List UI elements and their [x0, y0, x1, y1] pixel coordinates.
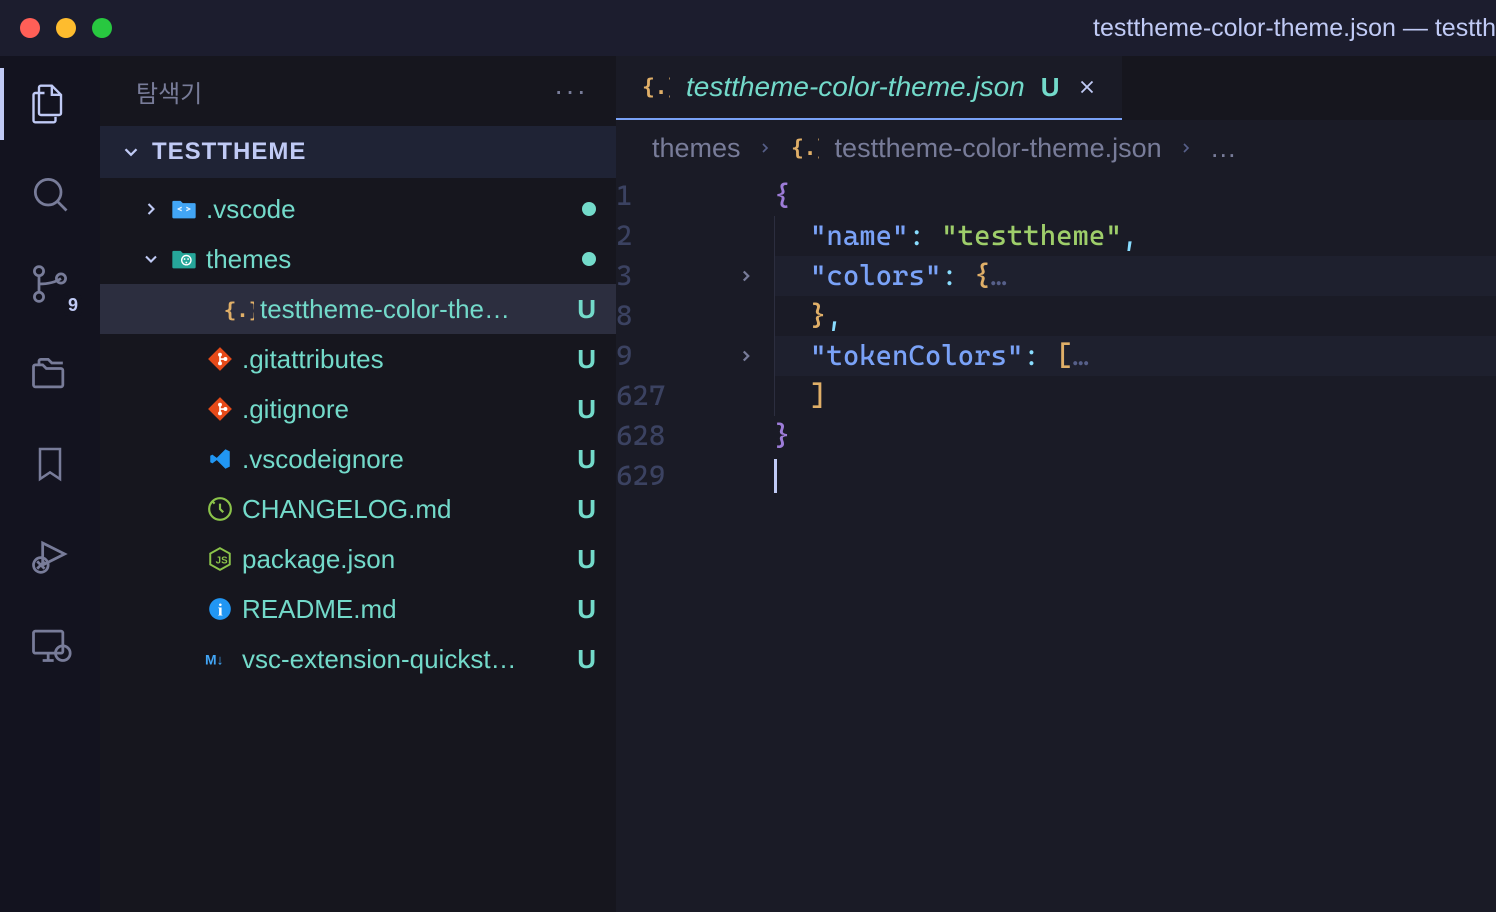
tree-item[interactable]: .gitattributes U — [100, 334, 616, 384]
titlebar: testtheme-color-theme.json — testth — [0, 0, 1496, 56]
git-orange-icon — [202, 346, 238, 372]
file-tree: .vscodethemes{.}testtheme-color-the…U.gi… — [100, 178, 616, 912]
tree-item[interactable]: {.}testtheme-color-the… U — [100, 284, 616, 334]
close-icon — [1076, 76, 1098, 98]
chevron-right-icon — [757, 140, 773, 156]
svg-text:{.}: {.} — [642, 75, 670, 99]
line-number-gutter: 12389627628629 — [616, 176, 726, 912]
git-status-dot — [582, 202, 596, 216]
vscode-blue-icon — [202, 446, 238, 472]
json-icon: {.} — [220, 296, 256, 322]
sidebar-header: 탐색기 ··· — [100, 56, 616, 126]
json-icon: {.} — [640, 73, 670, 101]
tree-item[interactable]: JS package.json U — [100, 534, 616, 584]
tab-git-status: U — [1041, 72, 1060, 103]
git-status: U — [577, 644, 596, 675]
svg-text:M↓: M↓ — [205, 651, 224, 667]
nodejs-icon: JS — [202, 546, 238, 572]
folder-header[interactable]: TESTTHEME — [100, 126, 616, 178]
tree-item-label: themes — [206, 244, 572, 275]
files-icon — [28, 82, 72, 126]
activity-bar: 9 — [0, 56, 100, 912]
tree-item[interactable]: themes — [100, 234, 616, 284]
sidebar-title: 탐색기 — [136, 74, 202, 109]
folder-name: TESTTHEME — [152, 138, 306, 166]
sidebar: 탐색기 ··· TESTTHEME .vscode themes {.}testth… — [100, 56, 616, 912]
tab-bar: {.} testtheme-color-theme.json U — [616, 56, 1496, 120]
tree-item[interactable]: .vscode — [100, 184, 616, 234]
git-status: U — [577, 444, 596, 475]
activity-explorer[interactable] — [22, 76, 78, 132]
tree-item[interactable]: CHANGELOG.md U — [100, 484, 616, 534]
window-maximize-button[interactable] — [92, 18, 112, 38]
json-icon: {.} — [789, 134, 819, 162]
git-status: U — [577, 394, 596, 425]
window-close-button[interactable] — [20, 18, 40, 38]
tree-item-label: .gitattributes — [242, 344, 567, 375]
debug-icon — [28, 532, 72, 576]
activity-bookmarks[interactable] — [22, 436, 78, 492]
chevron-down-icon — [120, 141, 142, 163]
tree-item-label: .gitignore — [242, 394, 567, 425]
changelog-icon — [202, 496, 238, 522]
editor-content[interactable]: 12389627628629 {"name": "testtheme","col… — [616, 176, 1496, 912]
tree-item[interactable]: i README.md U — [100, 584, 616, 634]
tree-item[interactable]: .gitignore U — [100, 384, 616, 434]
tab-label: testtheme-color-theme.json — [686, 71, 1025, 103]
breadcrumb-seg-folder[interactable]: themes — [652, 133, 741, 164]
folder-vscode-icon — [166, 197, 202, 221]
activity-explorer-alt[interactable] — [22, 346, 78, 402]
activity-scm[interactable]: 9 — [22, 256, 78, 312]
breadcrumb[interactable]: themes {.} testtheme-color-theme.json … — [616, 120, 1496, 176]
svg-text:i: i — [218, 601, 223, 620]
git-status: U — [577, 494, 596, 525]
chevron-right-icon — [1178, 140, 1194, 156]
breadcrumb-seg-file[interactable]: testtheme-color-theme.json — [835, 133, 1162, 164]
tab-close-button[interactable] — [1076, 76, 1098, 98]
traffic-lights — [20, 18, 112, 38]
window-title: testtheme-color-theme.json — testth — [1093, 14, 1496, 43]
git-orange-icon — [202, 396, 238, 422]
tab-active[interactable]: {.} testtheme-color-theme.json U — [616, 56, 1122, 120]
git-status: U — [577, 544, 596, 575]
editor-area: {.} testtheme-color-theme.json U themes … — [616, 56, 1496, 912]
tree-item[interactable]: M↓ vsc-extension-quickst… U — [100, 634, 616, 684]
markdown-icon: M↓ — [202, 648, 238, 670]
tree-item-label: README.md — [242, 594, 567, 625]
info-icon: i — [202, 596, 238, 622]
window-minimize-button[interactable] — [56, 18, 76, 38]
bookmark-icon — [30, 442, 70, 486]
folder-theme-icon — [166, 247, 202, 271]
git-status: U — [577, 344, 596, 375]
tree-item-label: .vscodeignore — [242, 444, 567, 475]
tree-item-label: .vscode — [206, 194, 572, 225]
folders-icon — [28, 352, 72, 396]
svg-text:{.}: {.} — [224, 298, 254, 322]
svg-text:JS: JS — [216, 555, 228, 566]
activity-remote[interactable] — [22, 616, 78, 672]
scm-badge: 9 — [64, 295, 82, 316]
git-status: U — [577, 294, 596, 325]
sidebar-more-button[interactable]: ··· — [554, 75, 588, 107]
git-status-dot — [582, 252, 596, 266]
breadcrumb-seg-more[interactable]: … — [1210, 133, 1237, 164]
search-icon — [28, 172, 72, 216]
git-status: U — [577, 594, 596, 625]
activity-debug[interactable] — [22, 526, 78, 582]
tree-item[interactable]: .vscodeignore U — [100, 434, 616, 484]
svg-text:{.}: {.} — [791, 136, 819, 160]
tree-item-label: CHANGELOG.md — [242, 494, 567, 525]
remote-icon — [28, 622, 72, 666]
activity-search[interactable] — [22, 166, 78, 222]
code-content[interactable]: {"name": "testtheme","colors": {…},"toke… — [766, 176, 1496, 912]
tree-item-label: testtheme-color-the… — [260, 294, 567, 325]
tree-item-label: package.json — [242, 544, 567, 575]
fold-gutter — [726, 176, 766, 912]
tree-item-label: vsc-extension-quickst… — [242, 644, 567, 675]
